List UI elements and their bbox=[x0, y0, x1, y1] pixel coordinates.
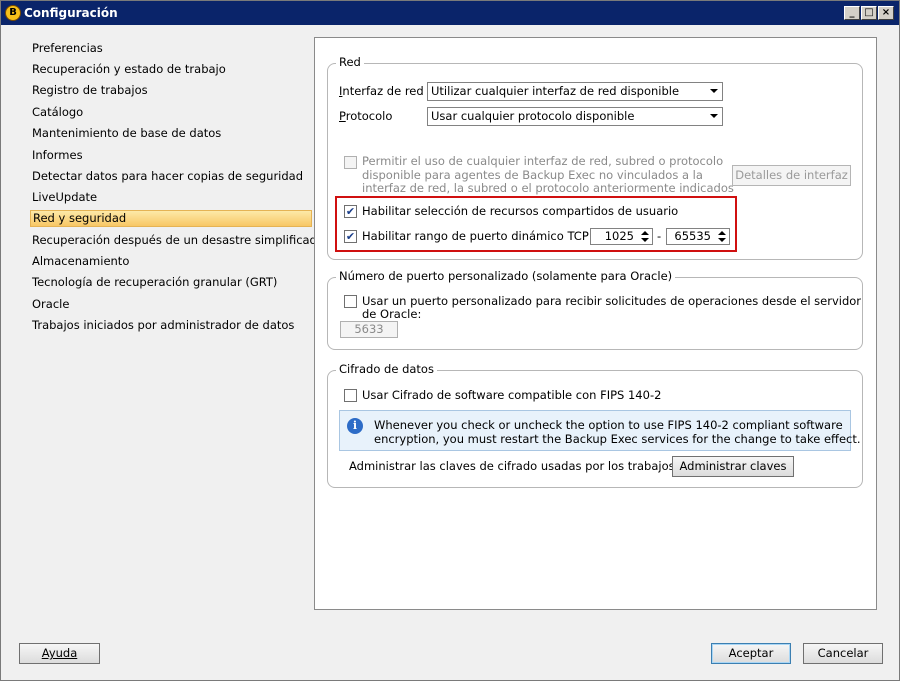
minimize-button[interactable]: _ bbox=[844, 6, 860, 20]
sidebar-item-preferencias[interactable]: Preferencias bbox=[30, 40, 103, 57]
sidebar-item-recuperacion-estado[interactable]: Recuperación y estado de trabajo bbox=[30, 61, 226, 78]
fips-info-line2: encryption, you must restart the Backup … bbox=[374, 432, 861, 446]
ok-button[interactable]: Aceptar bbox=[711, 643, 791, 664]
enable-dynamic-ports-checkbox[interactable]: ✔ bbox=[344, 230, 357, 243]
manage-keys-label: Administrar las claves de cifrado usadas… bbox=[349, 459, 679, 473]
port-range-separator: - bbox=[657, 229, 662, 243]
allow-any-interface-line3: interfaz de red, la subred o el protocol… bbox=[362, 181, 734, 195]
protocol-value: Usar cualquier protocolo disponible bbox=[431, 109, 635, 123]
sidebar-item-almacenamiento[interactable]: Almacenamiento bbox=[30, 253, 129, 270]
port-range-from-stepper[interactable]: 1025 bbox=[590, 228, 653, 245]
port-range-from-value: 1025 bbox=[604, 229, 634, 243]
sidebar-item-red-seguridad[interactable]: Red y seguridad bbox=[30, 210, 312, 227]
network-interface-label: Interfaz de red bbox=[339, 84, 424, 98]
title-bar[interactable]: B Configuración _ □ × bbox=[1, 1, 899, 25]
sidebar-item-mantenimiento-bd[interactable]: Mantenimiento de base de datos bbox=[30, 125, 221, 142]
fips-info-box: i Whenever you check or uncheck the opti… bbox=[339, 410, 861, 451]
encryption-group-legend: Cifrado de datos bbox=[336, 362, 437, 376]
enable-shared-resources-label: Habilitar selección de recursos comparti… bbox=[362, 204, 679, 218]
network-interface-value: Utilizar cualquier interfaz de red dispo… bbox=[431, 84, 680, 98]
network-group-legend: Red bbox=[336, 55, 364, 69]
interface-details-button[interactable]: Detalles de interfaz bbox=[732, 165, 851, 186]
use-fips-label: Usar Cifrado de software compatible con … bbox=[362, 388, 662, 402]
protocol-dropdown[interactable]: Usar cualquier protocolo disponible bbox=[427, 107, 723, 126]
help-button[interactable]: Ayuda bbox=[19, 643, 100, 664]
sidebar-item-informes[interactable]: Informes bbox=[30, 147, 83, 164]
help-button-label: Ayuda bbox=[41, 646, 78, 660]
allow-any-interface-checkbox[interactable] bbox=[344, 156, 357, 169]
custom-port-input[interactable]: 5633 bbox=[340, 321, 398, 338]
configuration-dialog: B Configuración _ □ × Preferencias Recup… bbox=[0, 0, 900, 681]
allow-any-interface-line1: Permitir el uso de cualquier interfaz de… bbox=[362, 154, 724, 168]
allow-any-interface-line2: disponible para agentes de Backup Exec n… bbox=[362, 168, 703, 182]
chevron-down-icon bbox=[710, 114, 718, 118]
sidebar-item-trabajos-admin-datos[interactable]: Trabajos iniciados por administrador de … bbox=[30, 317, 294, 334]
sidebar-item-catalogo[interactable]: Catálogo bbox=[30, 104, 83, 121]
info-icon: i bbox=[347, 418, 363, 434]
use-custom-port-line1: Usar un puerto personalizado para recibi… bbox=[362, 294, 862, 308]
protocol-label: Protocolo bbox=[339, 109, 393, 123]
fips-info-line1: Whenever you check or uncheck the option… bbox=[374, 418, 843, 432]
sidebar-item-registro-trabajos[interactable]: Registro de trabajos bbox=[30, 82, 148, 99]
sidebar-item-recuperacion-desastre[interactable]: Recuperación después de un desastre simp… bbox=[30, 232, 324, 249]
oracle-port-group-legend: Número de puerto personalizado (solament… bbox=[336, 269, 676, 283]
spinner-icon[interactable] bbox=[716, 230, 728, 243]
use-fips-checkbox[interactable] bbox=[344, 389, 357, 402]
spinner-icon[interactable] bbox=[639, 230, 651, 243]
sidebar-item-liveupdate[interactable]: LiveUpdate bbox=[30, 189, 97, 206]
backup-exec-icon: B bbox=[5, 5, 21, 21]
sidebar-item-detectar-datos[interactable]: Detectar datos para hacer copias de segu… bbox=[30, 168, 303, 185]
close-button[interactable]: × bbox=[878, 6, 894, 20]
cancel-button[interactable]: Cancelar bbox=[803, 643, 883, 664]
chevron-down-icon bbox=[710, 89, 718, 93]
enable-dynamic-ports-label: Habilitar rango de puerto dinámico TCP: bbox=[362, 229, 593, 243]
sidebar-item-grt[interactable]: Tecnología de recuperación granular (GRT… bbox=[30, 274, 277, 291]
use-custom-port-checkbox[interactable] bbox=[344, 295, 357, 308]
enable-shared-resources-checkbox[interactable]: ✔ bbox=[344, 205, 357, 218]
maximize-button[interactable]: □ bbox=[861, 6, 877, 20]
use-custom-port-line2: de Oracle: bbox=[362, 307, 422, 321]
manage-keys-button[interactable]: Administrar claves bbox=[672, 456, 794, 477]
network-interface-dropdown[interactable]: Utilizar cualquier interfaz de red dispo… bbox=[427, 82, 723, 101]
window-title: Configuración bbox=[24, 6, 118, 20]
port-range-to-value: 65535 bbox=[674, 229, 711, 243]
sidebar-item-oracle[interactable]: Oracle bbox=[30, 296, 69, 313]
port-range-to-stepper[interactable]: 65535 bbox=[666, 228, 730, 245]
